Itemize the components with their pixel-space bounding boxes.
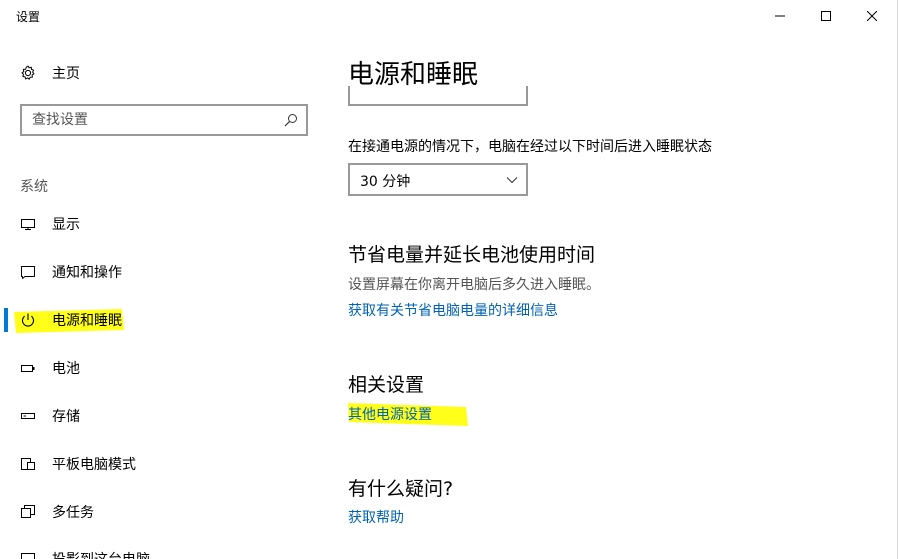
section-label-system: 系统 (20, 179, 48, 195)
related-settings-heading: 相关设置 (348, 374, 425, 396)
close-icon (867, 11, 877, 21)
minimize-button[interactable] (757, 0, 803, 32)
additional-power-settings-link[interactable]: 其他电源设置 (348, 404, 432, 424)
window-title: 设置 (16, 10, 41, 24)
chevron-down-icon (506, 177, 518, 184)
sidebar-item-display[interactable]: 显示 (0, 200, 328, 248)
storage-icon (20, 408, 36, 424)
gear-icon (20, 65, 36, 81)
search-icon[interactable] (284, 113, 298, 127)
sidebar-item-label: 显示 (52, 217, 80, 233)
sleep-timeout-dropdown[interactable]: 30 分钟 (348, 163, 528, 196)
sidebar-item-tablet-mode[interactable]: 平板电脑模式 (0, 440, 328, 488)
save-battery-description: 设置屏幕在你离开电脑后多久进入睡眠。 (348, 277, 600, 293)
sidebar-item-label: 电源和睡眠 (52, 313, 122, 329)
sleep-timeout-label: 在接通电源的情况下，电脑在经过以下时间后进入睡眠状态 (348, 139, 712, 155)
sidebar-home-label: 主页 (52, 66, 80, 82)
maximize-icon (821, 11, 831, 21)
sidebar-item-label: 通知和操作 (52, 265, 122, 281)
minimize-icon (775, 15, 785, 17)
sidebar: 主页 系统 显示 通知和操作 (0, 32, 328, 559)
sidebar-item-notifications[interactable]: 通知和操作 (0, 248, 328, 296)
notification-icon (20, 264, 36, 280)
get-help-link[interactable]: 获取帮助 (348, 507, 404, 527)
sidebar-nav: 显示 通知和操作 电源和睡眠 电池 存储 平板电脑模式 多任务 (0, 200, 328, 536)
screen-timeout-dropdown[interactable] (348, 86, 528, 106)
sidebar-item-storage[interactable]: 存储 (0, 392, 328, 440)
sidebar-item-power-sleep[interactable]: 电源和睡眠 (0, 296, 328, 344)
save-battery-heading: 节省电量并延长电池使用时间 (348, 244, 596, 266)
sidebar-item-label: 投影到这台电脑 (52, 549, 150, 559)
monitor-icon (20, 216, 36, 232)
tablet-mode-icon (20, 456, 36, 472)
active-indicator (4, 308, 8, 332)
title-bar: 设置 (0, 0, 897, 32)
dropdown-value: 30 分钟 (360, 174, 411, 190)
close-button[interactable] (849, 0, 895, 32)
sidebar-item-label: 平板电脑模式 (52, 457, 136, 473)
projecting-icon (20, 551, 36, 559)
power-icon (20, 312, 36, 328)
sidebar-item-projecting[interactable]: 投影到这台电脑 (20, 549, 150, 559)
search-input[interactable] (22, 106, 272, 134)
search-box[interactable] (20, 104, 308, 136)
sidebar-item-label: 多任务 (52, 505, 94, 521)
sidebar-home[interactable]: 主页 (20, 62, 80, 84)
sidebar-item-battery[interactable]: 电池 (0, 344, 328, 392)
sidebar-item-label: 存储 (52, 409, 80, 425)
save-battery-info-link[interactable]: 获取有关节省电脑电量的详细信息 (348, 300, 558, 320)
multitasking-icon (20, 504, 36, 520)
main-content: 电源和睡眠 在接通电源的情况下，电脑在经过以下时间后进入睡眠状态 30 分钟 节… (348, 32, 878, 559)
sidebar-item-multitasking[interactable]: 多任务 (0, 488, 328, 536)
question-heading: 有什么疑问? (348, 478, 454, 500)
settings-window: 设置 主页 系统 (0, 0, 898, 559)
sidebar-item-label: 电池 (52, 361, 80, 377)
battery-icon (20, 360, 36, 376)
maximize-button[interactable] (803, 0, 849, 32)
